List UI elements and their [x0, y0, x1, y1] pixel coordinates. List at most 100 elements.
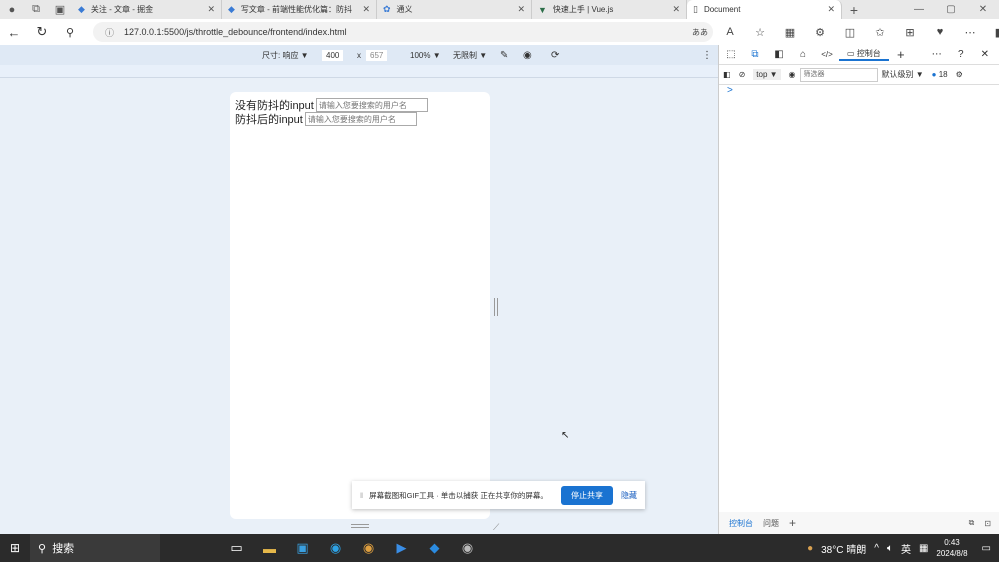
- new-tab-icon[interactable]: +: [842, 2, 866, 18]
- chrome-icon[interactable]: ◉: [352, 540, 385, 556]
- close-tab-icon[interactable]: ✕: [362, 4, 370, 15]
- log-level-select[interactable]: 默认级别 ▼: [882, 69, 924, 80]
- maximize-icon[interactable]: ▢: [935, 0, 967, 19]
- elements-icon[interactable]: </>: [815, 50, 839, 59]
- close-devtools-icon[interactable]: ✕: [973, 49, 997, 60]
- dock-icon[interactable]: ◧: [767, 49, 791, 60]
- issues-badge[interactable]: ● 18: [932, 70, 948, 79]
- console-settings-icon[interactable]: ⚙: [956, 70, 963, 79]
- minimize-icon[interactable]: —: [903, 0, 935, 19]
- close-tab-icon[interactable]: ✕: [207, 4, 215, 15]
- app-icon[interactable]: ◉: [451, 540, 484, 556]
- volume-icon[interactable]: 🔈︎: [887, 543, 893, 554]
- ime-mode-icon[interactable]: ▦: [919, 543, 928, 554]
- extension-icon[interactable]: ▦: [775, 26, 805, 39]
- juejin-icon: ◆: [78, 4, 85, 14]
- weather-text[interactable]: 38°C 晴朗: [821, 541, 866, 556]
- tab-title: 关注 - 文章 - 掘金: [90, 5, 154, 14]
- windows-start-icon[interactable]: ⊞: [10, 541, 20, 555]
- add-tool-icon[interactable]: +: [889, 47, 913, 62]
- resize-handle[interactable]: [494, 298, 498, 316]
- no-debounce-input[interactable]: [315, 98, 428, 112]
- tab-juejin-follow[interactable]: ◆ 关注 - 文章 - 掘金 ✕: [72, 0, 222, 19]
- notification-text: 屏幕截图和GIF工具 · 单击以捕获 正在共享你的屏幕。: [369, 490, 548, 500]
- performance-icon[interactable]: ♥: [925, 26, 955, 38]
- translate-icon[interactable]: ああ: [685, 27, 715, 38]
- drawer-tab-console[interactable]: 控制台: [729, 518, 753, 529]
- sidebar-toggle-icon[interactable]: ◧: [723, 70, 731, 79]
- close-window-icon[interactable]: ✕: [967, 0, 999, 19]
- tab-juejin-write[interactable]: ◆ 写文章 - 前端性能优化篇：防抖 ✕: [222, 0, 377, 19]
- console-filter-input[interactable]: [799, 67, 878, 82]
- favorites-icon[interactable]: ✩: [865, 26, 895, 39]
- clear-console-icon[interactable]: ⊘: [739, 70, 746, 79]
- refresh-icon[interactable]: ↻: [28, 24, 56, 40]
- bilibili-icon[interactable]: ▣: [286, 540, 319, 556]
- feishu-icon[interactable]: ▶: [385, 540, 418, 556]
- notification-icon[interactable]: ▭: [982, 543, 991, 554]
- drawer-close-icon[interactable]: ⊡: [984, 519, 991, 528]
- time: 0:43: [944, 538, 960, 547]
- width-input[interactable]: 400: [322, 49, 344, 61]
- url-input[interactable]: ⓘ 127.0.0.1:5500/js/throttle_debounce/fro…: [93, 22, 713, 42]
- task-view-icon[interactable]: ▭: [220, 540, 253, 556]
- close-tab-icon[interactable]: ✕: [672, 4, 680, 15]
- tab-document[interactable]: ▯ Document ✕: [687, 0, 842, 19]
- bottom-resize-handle[interactable]: [351, 524, 369, 528]
- drawer-dock-icon[interactable]: ⧉: [969, 518, 975, 528]
- file-explorer-icon[interactable]: ▬: [253, 541, 286, 556]
- device-toggle-icon[interactable]: ⧉: [743, 49, 767, 60]
- search-icon[interactable]: ⚲: [56, 26, 84, 39]
- close-tab-icon[interactable]: ✕: [517, 4, 525, 15]
- dimensions-select[interactable]: 尺寸: 响应 ▼: [262, 50, 309, 61]
- ime-indicator[interactable]: 英: [901, 541, 911, 556]
- vscode-icon[interactable]: ◆: [418, 540, 451, 556]
- more-icon[interactable]: ⋯: [955, 26, 985, 39]
- throttle-select[interactable]: 无限制 ▼: [453, 50, 487, 61]
- favorite-star-icon[interactable]: ☆: [745, 26, 775, 39]
- tab-vue[interactable]: ▼ 快速上手 | Vue.js ✕: [532, 0, 687, 19]
- inspect-device-icon[interactable]: ⬚: [719, 49, 743, 60]
- help-icon[interactable]: ?: [949, 49, 973, 60]
- mouse-cursor-icon: ↖: [561, 430, 570, 441]
- tab-actions-icon[interactable]: ▣: [48, 3, 72, 16]
- media-query-ruler[interactable]: [0, 65, 718, 78]
- clock[interactable]: 0:43 2024/8/8: [936, 537, 967, 559]
- welcome-home-icon[interactable]: ⌂: [791, 49, 815, 60]
- tab-tongyi[interactable]: ✿ 通义 ✕: [377, 0, 532, 19]
- workspaces-icon[interactable]: ⧉: [24, 3, 48, 16]
- hide-button[interactable]: 隐藏: [621, 490, 637, 501]
- vision-icon[interactable]: ◉: [523, 50, 532, 61]
- zoom-select[interactable]: 100% ▼: [410, 51, 441, 60]
- back-icon[interactable]: ←: [0, 25, 28, 40]
- drawer-tab-issues[interactable]: 问题: [763, 518, 779, 529]
- read-aloud-icon[interactable]: A: [715, 26, 745, 38]
- weather-icon: ●: [807, 542, 814, 554]
- close-tab-icon[interactable]: ✕: [827, 4, 835, 15]
- eyedropper-icon[interactable]: ✎: [500, 50, 508, 61]
- dimensions-label: 尺寸: 响应: [262, 50, 299, 60]
- drag-grip-icon[interactable]: ‖: [360, 491, 363, 500]
- drawer-add-icon[interactable]: +: [789, 516, 796, 530]
- context-select[interactable]: top ▼: [753, 69, 781, 80]
- debounce-input[interactable]: [304, 112, 417, 126]
- more-options-icon[interactable]: ⋮: [702, 50, 712, 61]
- console-prompt[interactable]: >: [719, 85, 999, 96]
- collections-icon[interactable]: ⊞: [895, 26, 925, 39]
- more-tools-icon[interactable]: ⋯: [925, 49, 949, 60]
- sidebar-icon[interactable]: ◧: [985, 26, 999, 39]
- rotate-icon[interactable]: ⟳: [551, 50, 559, 61]
- console-tab-label: 控制台: [856, 49, 881, 58]
- stop-sharing-button[interactable]: 停止共享: [561, 486, 613, 505]
- profile-icon[interactable]: ●: [0, 4, 24, 16]
- live-expression-icon[interactable]: ◉: [789, 70, 796, 79]
- height-input[interactable]: 657: [366, 49, 388, 61]
- tray-overflow-icon[interactable]: ^: [874, 543, 879, 554]
- extensions-puzzle-icon[interactable]: ⚙: [805, 26, 835, 39]
- taskbar-search[interactable]: ⚲ 搜索: [30, 534, 160, 562]
- tab-console[interactable]: ▭ 控制台: [839, 48, 889, 61]
- split-screen-icon[interactable]: ◫: [835, 26, 865, 39]
- corner-resize-handle[interactable]: ⟋: [493, 522, 499, 533]
- tab-title: Document: [703, 5, 741, 14]
- edge-icon[interactable]: ◉: [319, 540, 352, 556]
